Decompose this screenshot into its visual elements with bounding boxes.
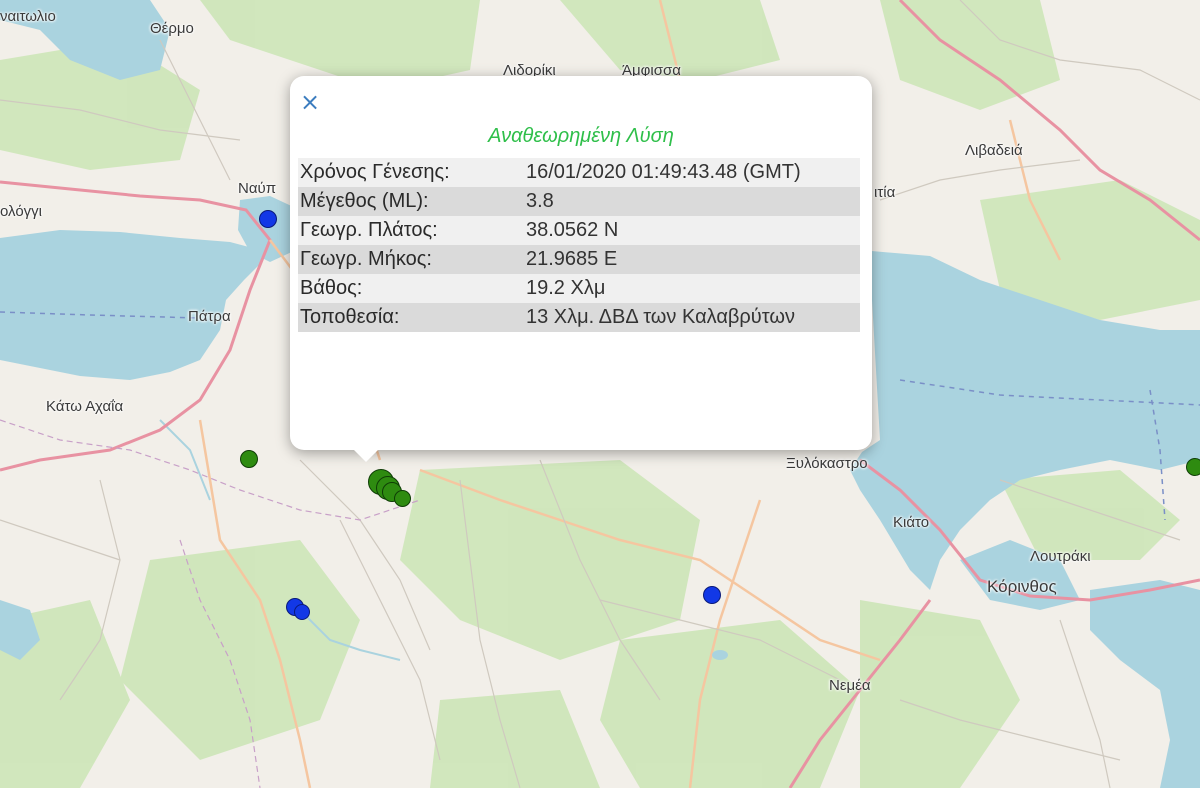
place-label-kiato: Κιάτο: [893, 514, 930, 531]
place-label-nemea: Νεμέα: [829, 677, 871, 694]
latitude-label: Γεωγρ. Πλάτος:: [298, 216, 524, 245]
earthquake-marker-green[interactable]: [1186, 458, 1200, 476]
place-label-mesologgi: ολόγγι: [0, 203, 43, 220]
close-icon[interactable]: ×: [300, 90, 320, 114]
earthquake-marker-blue[interactable]: [294, 604, 310, 620]
map-view[interactable]: Θέρμο ναιτωλιο Λιδορίκι Άμφισσα Λιβαδειά…: [0, 0, 1200, 788]
table-row: Τοποθεσία: 13 Χλμ. ΔΒΔ των Καλαβρύτων: [298, 303, 860, 332]
table-row: Χρόνος Γένεσης: 16/01/2020 01:49:43.48 (…: [298, 158, 860, 187]
place-label-itia: ιτία: [874, 184, 896, 201]
longitude-label: Γεωγρ. Μήκος:: [298, 245, 524, 274]
location-label: Τοποθεσία:: [298, 303, 524, 332]
place-label-loutraki: Λουτράκι: [1030, 548, 1091, 565]
place-label-kato-achaia: Κάτω Αχαΐα: [46, 398, 124, 415]
origin-time-value: 16/01/2020 01:49:43.48 (GMT): [524, 158, 860, 187]
magnitude-label: Μέγεθος (ML):: [298, 187, 524, 216]
origin-time-label: Χρόνος Γένεσης:: [298, 158, 524, 187]
place-label-xylokastro: Ξυλόκαστρο: [786, 455, 868, 472]
place-label-patra: Πάτρα: [188, 308, 231, 325]
depth-value: 19.2 Χλμ: [524, 274, 860, 303]
earthquake-marker-blue[interactable]: [259, 210, 277, 228]
earthquake-info-popup: × Αναθεωρημένη Λύση Χρόνος Γένεσης: 16/0…: [290, 76, 872, 462]
place-label-naitolio: ναιτωλιο: [0, 8, 56, 25]
place-label-livadeia: Λιβαδειά: [965, 142, 1023, 159]
earthquake-marker-blue[interactable]: [703, 586, 721, 604]
depth-label: Βάθος:: [298, 274, 524, 303]
popup-title: Αναθεωρημένη Λύση: [488, 125, 674, 147]
table-row: Γεωγρ. Πλάτος: 38.0562 N: [298, 216, 860, 245]
longitude-value: 21.9685 E: [524, 245, 860, 274]
earthquake-marker-green[interactable]: [394, 490, 411, 507]
popup-tip: [352, 448, 380, 462]
table-row: Βάθος: 19.2 Χλμ: [298, 274, 860, 303]
place-label-nafp: Ναύπ: [238, 180, 277, 197]
earthquake-details-table: Χρόνος Γένεσης: 16/01/2020 01:49:43.48 (…: [298, 158, 860, 332]
table-row: Μέγεθος (ML): 3.8: [298, 187, 860, 216]
earthquake-marker-green[interactable]: [240, 450, 258, 468]
location-value: 13 Χλμ. ΔΒΔ των Καλαβρύτων: [524, 303, 860, 332]
magnitude-value: 3.8: [524, 187, 860, 216]
place-label-korinthos: Κόρινθος: [987, 577, 1057, 596]
table-row: Γεωγρ. Μήκος: 21.9685 E: [298, 245, 860, 274]
latitude-value: 38.0562 N: [524, 216, 860, 245]
place-label-thermo: Θέρμο: [150, 20, 194, 37]
